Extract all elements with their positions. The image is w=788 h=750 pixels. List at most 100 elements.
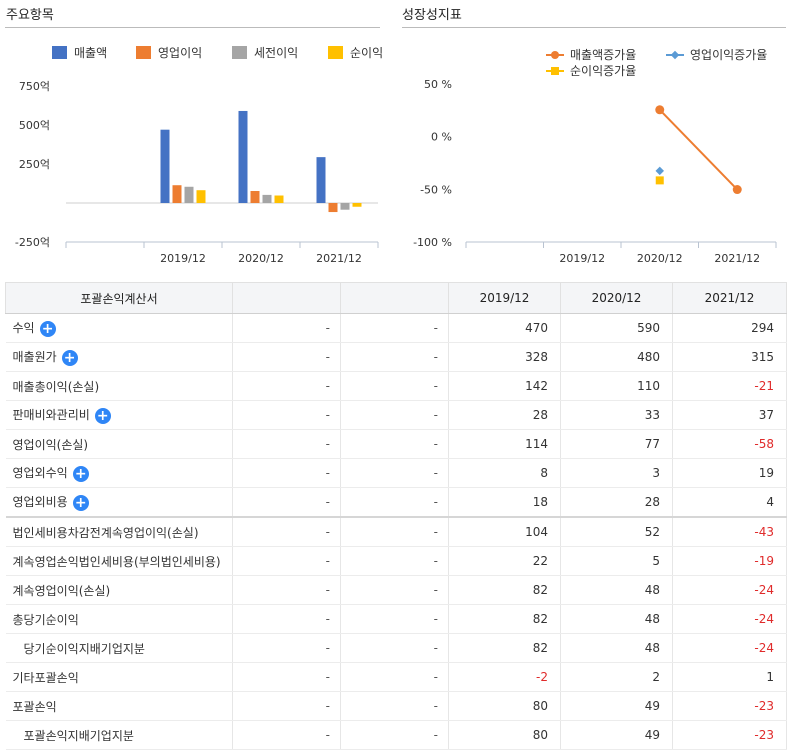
expand-plus-icon[interactable]: + — [61, 349, 78, 366]
value-cell-2020: 110 — [560, 371, 673, 401]
header-2019: 2019/12 — [448, 282, 561, 314]
table-row: 수익 + - -470 590 294 — [5, 313, 787, 343]
legend-marker-1 — [551, 51, 559, 59]
y-tick-label: 50 % — [424, 78, 452, 91]
bar-순이익-2019/12 — [196, 190, 206, 203]
table-row: 당기순이익지배기업지분 - -82 48 -24 — [5, 633, 787, 663]
bar-순이익-2021/12 — [352, 203, 362, 207]
value-cell-2019: 80 — [448, 691, 561, 721]
left-chart-title: 주요항목 — [6, 8, 54, 23]
value-cell-2019: 104 — [448, 516, 561, 547]
value-cell-2021: 294 — [672, 313, 787, 343]
value-cell-2020: 48 — [560, 604, 673, 634]
bar-영업이익-2021/12 — [328, 203, 338, 213]
row-label-cell: 기타포괄손익 — [5, 662, 233, 692]
blank-cell-2: - — [340, 487, 449, 518]
value-cell-2019: 28 — [448, 400, 561, 430]
left-title-rule — [5, 27, 380, 28]
legend-swatch-4 — [328, 46, 343, 59]
value-cell-2020: 33 — [560, 400, 673, 430]
blank-cell-2: - — [340, 400, 449, 430]
x-tick-label: 2019/12 — [559, 252, 605, 265]
legend-swatch-1 — [52, 46, 67, 59]
table-row: 매출총이익(손실) - -142 110 -21 — [5, 371, 787, 401]
blank-cell-2: - — [340, 662, 449, 692]
value-cell-2020: 480 — [560, 342, 673, 372]
blank-cell-1: - — [232, 546, 341, 576]
row-label-cell: 수익 + — [5, 313, 233, 343]
row-label-cell: 총당기순이익 — [5, 604, 233, 634]
header-blank-1 — [232, 282, 341, 314]
header-2021: 2021/12 — [672, 282, 787, 314]
blank-cell-2: - — [340, 516, 449, 547]
value-cell-2019: 22 — [448, 546, 561, 576]
value-cell-2021: -58 — [672, 429, 787, 459]
table-row: 총당기순이익 - -82 48 -24 — [5, 604, 787, 634]
blank-cell-1: - — [232, 604, 341, 634]
value-cell-2021: -21 — [672, 371, 787, 401]
expand-plus-icon[interactable]: + — [94, 407, 111, 424]
row-label: 포괄손익지배기업지분 — [23, 728, 134, 743]
blank-cell-1: - — [232, 633, 341, 663]
expand-plus-icon[interactable]: + — [72, 465, 89, 482]
point-매출액증가율 — [655, 105, 665, 115]
value-cell-2021: -19 — [672, 546, 787, 576]
value-cell-2020: 48 — [560, 575, 673, 605]
value-cell-2020: 2 — [560, 662, 673, 692]
row-label-cell: 판매비와관리비 + — [5, 400, 233, 430]
row-label: 판매비와관리비 — [12, 408, 90, 423]
value-cell-2020: 77 — [560, 429, 673, 459]
table-row: 계속영업손익법인세비용(부의법인세비용) - -22 5 -19 — [5, 546, 787, 576]
row-label-cell: 계속영업이익(손실) — [5, 575, 233, 605]
expand-plus-icon[interactable]: + — [72, 494, 89, 511]
blank-cell-1: - — [232, 458, 341, 488]
bar-영업이익-2020/12 — [250, 190, 260, 203]
y-tick-label: -50 % — [420, 183, 452, 196]
row-label-cell: 포괄손익지배기업지분 — [5, 720, 233, 750]
blank-cell-2: - — [340, 429, 449, 459]
value-cell-2021: -43 — [672, 516, 787, 547]
blank-cell-2: - — [340, 371, 449, 401]
table-row: 법인세비용차감전계속영업이익(손실) - -104 52 -43 — [5, 516, 787, 547]
value-cell-2019: 18 — [448, 487, 561, 518]
series-line-1 — [659, 109, 738, 191]
value-cell-2021: -23 — [672, 691, 787, 721]
row-label: 영업외비용 — [12, 495, 68, 510]
table-row: 기타포괄손익 - - -2 2 1 — [5, 662, 787, 692]
value-cell-2020: 5 — [560, 546, 673, 576]
right-chart-title: 성장성지표 — [402, 8, 462, 23]
row-label-cell: 매출총이익(손실) — [5, 371, 233, 401]
bar-세전이익-2021/12 — [340, 203, 350, 210]
growth-indicator-line-chart: 매출액증가율 영업이익증가율순이익증가율 50 % 0 % -50 % -100 % 201… — [413, 48, 777, 265]
bar-세전이익-2019/12 — [184, 186, 194, 203]
value-cell-2021: 315 — [672, 342, 787, 372]
header-statement: 포괄손익계산서 — [5, 282, 233, 314]
blank-cell-2: - — [340, 604, 449, 634]
blank-cell-2: - — [340, 458, 449, 488]
blank-cell-1: - — [232, 575, 341, 605]
row-label: 영업외수익 — [12, 466, 68, 481]
row-label-cell: 법인세비용차감전계속영업이익(손실) — [5, 516, 233, 547]
value-cell-2020: 28 — [560, 487, 673, 518]
row-label-cell: 계속영업손익법인세비용(부의법인세비용) — [5, 546, 233, 576]
value-cell-2019: 82 — [448, 575, 561, 605]
row-label: 당기순이익지배기업지분 — [23, 641, 145, 656]
bar-매출액-2020/12 — [238, 110, 248, 203]
legend-swatch-3 — [232, 46, 247, 59]
value-cell-2021: -24 — [672, 633, 787, 663]
table-row: 매출원가 + - -328 480 315 — [5, 342, 787, 372]
blank-cell-1: - — [232, 429, 341, 459]
row-label-cell: 매출원가 + — [5, 342, 233, 372]
expand-plus-icon[interactable]: + — [39, 320, 56, 337]
row-label: 포괄손익 — [12, 699, 57, 714]
table-row: 포괄손익지배기업지분 - -80 49 -23 — [5, 720, 787, 750]
value-cell-2020: 52 — [560, 516, 673, 547]
row-label-cell: 포괄손익 — [5, 691, 233, 721]
value-cell-2019: 470 — [448, 313, 561, 343]
blank-cell-1: - — [232, 720, 341, 750]
y-tick-label: 500억 — [19, 119, 50, 132]
value-cell-2019: 142 — [448, 371, 561, 401]
blank-cell-2: - — [340, 575, 449, 605]
x-tick-label: 2021/12 — [316, 252, 362, 265]
blank-cell-1: - — [232, 371, 341, 401]
